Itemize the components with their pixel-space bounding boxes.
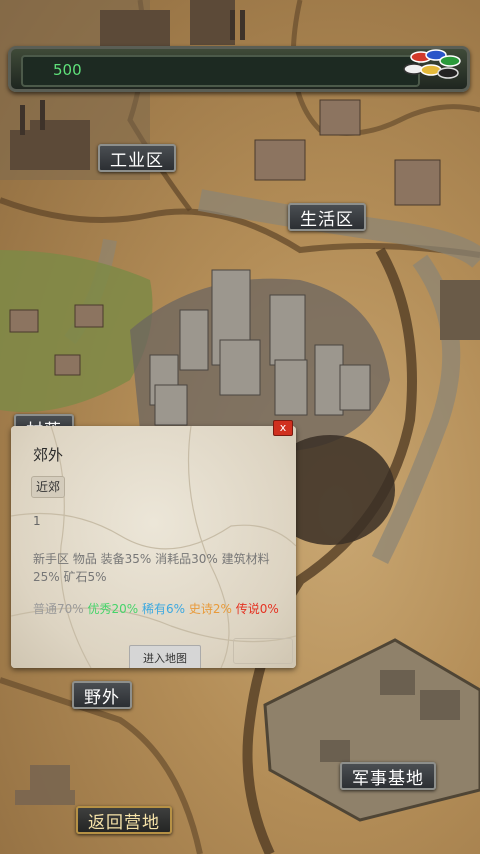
- zone-info-dialog: 郊外 近郊 1 新手区 物品 装备35% 消耗品30% 建筑材料25% 矿石5%…: [11, 426, 296, 668]
- return-camp-button[interactable]: 返回营地: [76, 806, 172, 834]
- rarity-rare: 稀有6%: [142, 602, 186, 616]
- close-icon[interactable]: x: [273, 420, 293, 436]
- chips-icon[interactable]: [401, 45, 463, 85]
- rarity-epic: 史诗2%: [188, 602, 232, 616]
- secondary-button[interactable]: [233, 638, 293, 664]
- enter-map-button[interactable]: 进入地图: [129, 645, 201, 668]
- resource-bar: 500: [8, 46, 470, 92]
- gold-amount: 500: [53, 61, 82, 79]
- rarity-legend: 传说0%: [235, 602, 279, 616]
- zone-residential-button[interactable]: 生活区: [288, 203, 366, 231]
- zone-outskirts-button[interactable]: 野外: [72, 681, 132, 709]
- rarity-list: 普通70% 优秀20% 稀有6% 史诗2% 传说0%: [33, 600, 285, 618]
- dialog-title: 郊外: [33, 446, 64, 464]
- zone-tag: 近郊: [31, 476, 66, 498]
- zone-description: 新手区 物品 装备35% 消耗品30% 建筑材料25% 矿石5%: [33, 552, 270, 584]
- rarity-common: 普通70%: [33, 602, 84, 616]
- rarity-fine: 优秀20%: [87, 602, 139, 616]
- gold-display: 500: [21, 55, 420, 87]
- zone-industrial-button[interactable]: 工业区: [98, 144, 176, 172]
- zone-level: 1: [33, 514, 41, 528]
- zone-military-button[interactable]: 军事基地: [340, 762, 436, 790]
